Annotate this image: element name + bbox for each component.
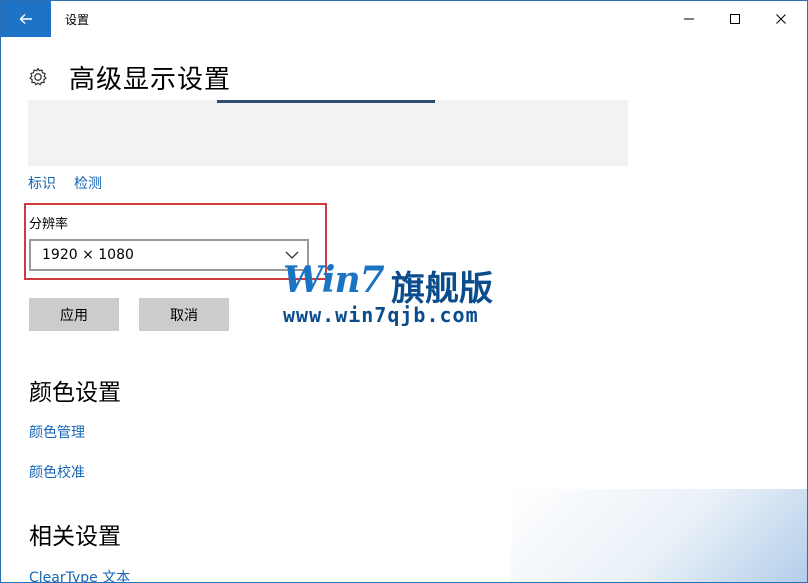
watermark-brand: Win7 bbox=[283, 259, 385, 301]
related-settings-title: 相关设置 bbox=[29, 524, 121, 550]
color-calibration-link[interactable]: 颜色校准 bbox=[29, 462, 85, 482]
arrow-left-icon bbox=[19, 14, 32, 24]
watermark-url: www.win7qjb.com bbox=[283, 303, 479, 327]
close-button[interactable] bbox=[758, 1, 804, 37]
display-links: 标识 检测 bbox=[28, 173, 102, 193]
minimize-icon bbox=[684, 18, 694, 20]
cleartype-text-link[interactable]: ClearType 文本 bbox=[29, 567, 130, 582]
color-settings-title: 颜色设置 bbox=[29, 380, 121, 406]
gear-icon bbox=[29, 67, 47, 86]
minimize-button[interactable] bbox=[666, 1, 712, 37]
color-management-link[interactable]: 颜色管理 bbox=[29, 422, 85, 442]
display-preview bbox=[28, 100, 628, 166]
resolution-label: 分辨率 bbox=[29, 217, 69, 232]
watermark-logo: Win7 旗舰版 www.win7qjb.com bbox=[277, 259, 517, 331]
maximize-button[interactable] bbox=[712, 1, 758, 37]
page-header: 高级显示设置 bbox=[27, 59, 231, 95]
close-icon bbox=[776, 14, 786, 24]
apply-button[interactable]: 应用 bbox=[29, 298, 119, 331]
resolution-dropdown[interactable]: 1920 × 1080 bbox=[29, 239, 309, 271]
page-title: 高级显示设置 bbox=[69, 64, 232, 95]
monitor-thumbnail[interactable] bbox=[217, 100, 435, 103]
settings-window: 设置 高级显示设置 标识 检测 分辨率 1920 × 1080 应用 取消 颜色… bbox=[0, 0, 808, 583]
window-title: 设置 bbox=[65, 13, 90, 27]
back-button[interactable] bbox=[1, 1, 51, 37]
title-bar: 设置 bbox=[1, 1, 807, 37]
cancel-button[interactable]: 取消 bbox=[139, 298, 229, 331]
maximize-icon bbox=[730, 14, 740, 24]
corner-shade bbox=[511, 489, 807, 582]
resolution-value: 1920 × 1080 bbox=[42, 247, 134, 263]
identify-link[interactable]: 标识 bbox=[28, 173, 56, 193]
detect-link[interactable]: 检测 bbox=[74, 173, 102, 193]
